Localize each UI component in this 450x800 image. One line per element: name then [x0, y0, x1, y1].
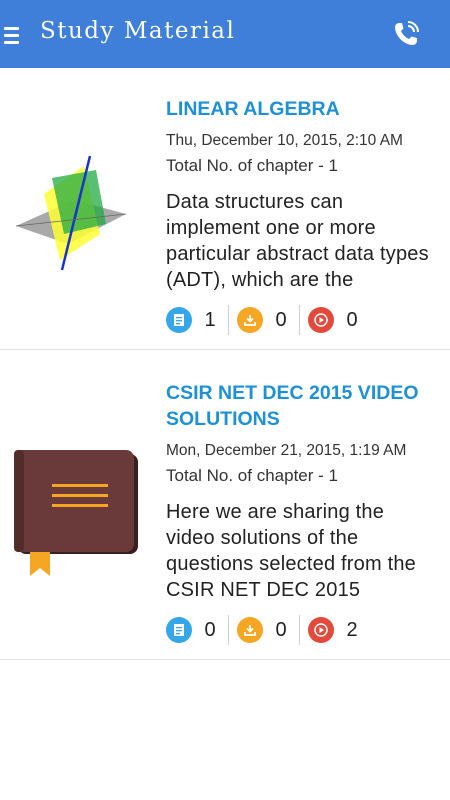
download-count: 0 [275, 308, 287, 331]
notes-count: 1 [204, 308, 216, 331]
notes-count: 0 [204, 618, 216, 641]
chapter-count: Total No. of chapter - 1 [166, 156, 338, 175]
video-count: 2 [346, 618, 358, 641]
material-stats: 1 0 0 [166, 305, 366, 335]
material-info: CSIR NET DEC 2015 VIDEO SOLUTIONS Mon, D… [166, 380, 438, 603]
video-stat[interactable]: 2 [308, 615, 366, 645]
notes-icon [166, 307, 192, 333]
material-title[interactable]: LINEAR ALGEBRA [166, 96, 438, 122]
play-video-icon [308, 617, 334, 643]
material-description: Data structures can implement one or mor… [166, 191, 429, 291]
notes-icon [166, 617, 192, 643]
divider [228, 305, 229, 335]
download-icon [237, 307, 263, 333]
material-stats: 0 0 2 [166, 615, 366, 645]
linear-algebra-planes-image [12, 155, 130, 274]
video-count: 0 [346, 308, 358, 331]
download-stat[interactable]: 0 [237, 305, 295, 335]
hamburger-menu-icon[interactable] [4, 23, 19, 45]
chapter-count: Total No. of chapter - 1 [166, 466, 338, 485]
play-video-icon [308, 307, 334, 333]
app-bar: Study Material [0, 0, 450, 68]
material-card[interactable]: LINEAR ALGEBRA Thu, December 10, 2015, 2… [0, 68, 450, 350]
phone-call-icon[interactable] [390, 18, 422, 50]
material-description: Here we are sharing the video solutions … [166, 501, 416, 601]
material-info: LINEAR ALGEBRA Thu, December 10, 2015, 2… [166, 96, 438, 293]
download-icon [237, 617, 263, 643]
divider [299, 615, 300, 645]
material-title[interactable]: CSIR NET DEC 2015 VIDEO SOLUTIONS [166, 380, 438, 432]
page-title: Study Material [40, 18, 236, 44]
brown-book-image [10, 450, 140, 578]
notes-stat[interactable]: 0 [166, 615, 224, 645]
divider [228, 615, 229, 645]
material-date: Mon, December 21, 2015, 1:19 AM [166, 442, 407, 459]
material-date: Thu, December 10, 2015, 2:10 AM [166, 132, 403, 149]
download-stat[interactable]: 0 [237, 615, 295, 645]
download-count: 0 [275, 618, 287, 641]
video-stat[interactable]: 0 [308, 305, 366, 335]
divider [299, 305, 300, 335]
material-card[interactable]: CSIR NET DEC 2015 VIDEO SOLUTIONS Mon, D… [0, 350, 450, 660]
notes-stat[interactable]: 1 [166, 305, 224, 335]
